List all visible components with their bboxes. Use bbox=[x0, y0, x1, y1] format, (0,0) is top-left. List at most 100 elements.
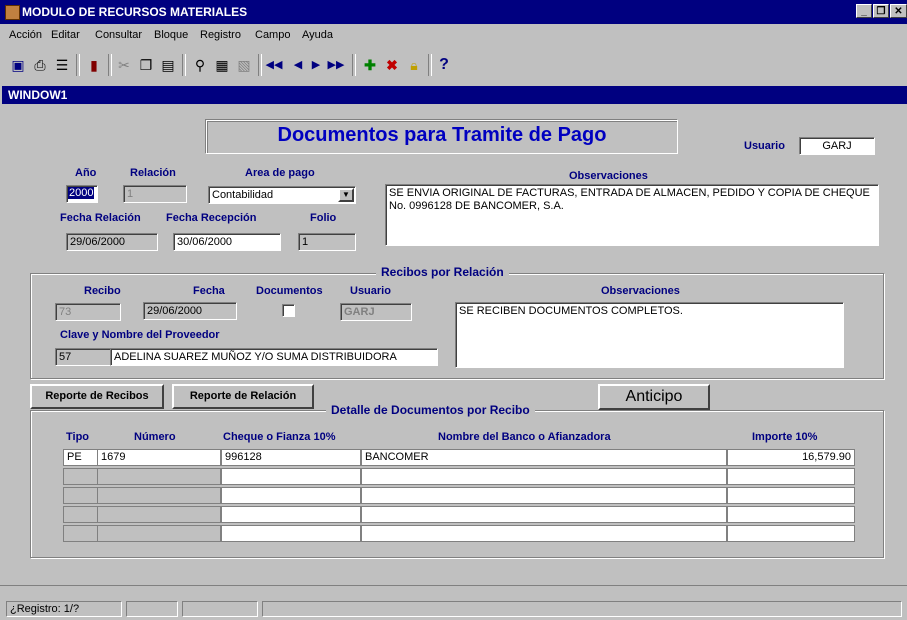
help-icon[interactable]: ? bbox=[434, 54, 454, 76]
proveedor-clave-field[interactable]: 57 bbox=[55, 348, 111, 366]
toolbar-separator bbox=[182, 54, 186, 76]
cell-banco[interactable] bbox=[361, 468, 727, 485]
save-icon[interactable]: ▣ bbox=[8, 54, 28, 76]
cell-cheque[interactable] bbox=[221, 525, 361, 542]
cell-numero[interactable] bbox=[97, 487, 221, 504]
fecha-label: Fecha bbox=[193, 285, 225, 297]
menu-accion[interactable]: Acción bbox=[9, 29, 42, 41]
cut-icon[interactable]: ✂ bbox=[114, 54, 134, 76]
folio-label: Folio bbox=[310, 212, 337, 224]
recibo-observaciones-field[interactable]: SE RECIBEN DOCUMENTOS COMPLETOS. bbox=[455, 302, 844, 368]
cell-tipo[interactable] bbox=[63, 468, 98, 485]
reporte-recibos-button[interactable]: Reporte de Recibos bbox=[30, 384, 164, 409]
title-bar: MODULO DE RECURSOS MATERIALES _ ❐ ✕ bbox=[0, 0, 907, 24]
cell-importe[interactable] bbox=[727, 525, 855, 542]
recibos-group-title: Recibos por Relación bbox=[376, 265, 509, 279]
cell-importe[interactable] bbox=[727, 487, 855, 504]
recibo-fecha-field[interactable]: 29/06/2000 bbox=[143, 302, 237, 320]
close-button[interactable]: ✕ bbox=[890, 4, 907, 18]
cell-importe[interactable] bbox=[727, 506, 855, 523]
fecha-recepcion-label: Fecha Recepción bbox=[166, 212, 257, 224]
paste-icon[interactable]: ▤ bbox=[158, 54, 178, 76]
inner-window-title-bar: WINDOW1 bbox=[2, 86, 907, 104]
status-registro: ¿Registro: 1/? bbox=[6, 601, 122, 617]
area-select[interactable]: Contabilidad bbox=[208, 186, 356, 204]
toolbar-separator bbox=[76, 54, 80, 76]
fecha-recepcion-field[interactable]: 30/06/2000 bbox=[173, 233, 281, 251]
menu-editar[interactable]: Editar bbox=[51, 29, 80, 41]
menu-ayuda[interactable]: Ayuda bbox=[302, 29, 333, 41]
anio-label: Año bbox=[75, 167, 97, 179]
anticipo-button[interactable]: Anticipo bbox=[598, 384, 710, 410]
execute-query-icon[interactable]: ▦ bbox=[212, 54, 232, 76]
cell-importe[interactable]: 16,579.90 bbox=[727, 449, 855, 466]
recibo-usuario-field[interactable]: GARJ bbox=[340, 303, 412, 321]
menu-consultar[interactable]: Consultar bbox=[95, 29, 142, 41]
cell-tipo[interactable] bbox=[63, 506, 98, 523]
previous-record-icon[interactable]: ◀ bbox=[288, 54, 308, 76]
first-record-icon[interactable]: ◀◀ bbox=[264, 54, 284, 76]
proveedor-nombre-field[interactable]: ADELINA SUAREZ MUÑOZ Y/O SUMA DISTRIBUID… bbox=[110, 348, 438, 366]
toolbar: ▣ ⎙ ☰ ▮ ✂ ❐ ▤ ⚲ ▦ ▧ ◀◀ ◀ ▶ ▶▶ ✚ ✖ 🔒︎ ? bbox=[0, 48, 907, 86]
column-banco: Nombre del Banco o Afianzadora bbox=[438, 431, 611, 443]
column-numero: Número bbox=[134, 431, 176, 443]
status-separator bbox=[0, 585, 907, 586]
minimize-button[interactable]: _ bbox=[856, 4, 872, 18]
cell-banco[interactable] bbox=[361, 506, 727, 523]
cell-banco[interactable] bbox=[361, 487, 727, 504]
cell-cheque[interactable] bbox=[221, 506, 361, 523]
cell-cheque[interactable] bbox=[221, 468, 361, 485]
cell-banco[interactable] bbox=[361, 525, 727, 542]
anio-value: 2000 bbox=[68, 187, 95, 199]
page-title: Documentos para Tramite de Pago bbox=[277, 124, 607, 146]
app-icon bbox=[5, 5, 20, 20]
toolbar-separator bbox=[352, 54, 356, 76]
cell-numero[interactable] bbox=[97, 525, 221, 542]
anio-field[interactable]: 2000 bbox=[66, 185, 98, 203]
recibo-label: Recibo bbox=[84, 285, 121, 297]
menu-campo[interactable]: Campo bbox=[255, 29, 290, 41]
recibo-usuario-label: Usuario bbox=[350, 285, 391, 297]
copy-icon[interactable]: ❐ bbox=[136, 54, 156, 76]
detalle-group-title: Detalle de Documentos por Recibo bbox=[326, 403, 535, 417]
cell-tipo[interactable] bbox=[63, 487, 98, 504]
exit-icon[interactable]: ▮ bbox=[84, 54, 104, 76]
menu-bloque[interactable]: Bloque bbox=[154, 29, 188, 41]
cell-numero[interactable] bbox=[97, 506, 221, 523]
cell-numero[interactable]: 1679 bbox=[97, 449, 221, 466]
cell-numero[interactable] bbox=[97, 468, 221, 485]
usuario-field[interactable]: GARJ bbox=[799, 137, 875, 155]
observaciones-field[interactable]: SE ENVIA ORIGINAL DE FACTURAS, ENTRADA D… bbox=[385, 184, 879, 246]
delete-record-icon[interactable]: ✖ bbox=[382, 54, 402, 76]
cancel-query-icon[interactable]: ▧ bbox=[234, 54, 254, 76]
relacion-field[interactable]: 1 bbox=[123, 185, 187, 203]
documentos-checkbox[interactable] bbox=[282, 304, 295, 317]
folio-field[interactable]: 1 bbox=[298, 233, 356, 251]
maximize-button[interactable]: ❐ bbox=[873, 4, 889, 18]
cell-banco[interactable]: BANCOMER bbox=[361, 449, 727, 466]
recibo-field[interactable]: 73 bbox=[55, 303, 121, 321]
cell-cheque[interactable] bbox=[221, 487, 361, 504]
window-title: MODULO DE RECURSOS MATERIALES bbox=[22, 5, 248, 19]
reporte-relacion-button[interactable]: Reporte de Relación bbox=[172, 384, 314, 409]
lock-record-icon[interactable]: 🔒︎ bbox=[404, 54, 424, 76]
query-icon[interactable]: ⚲ bbox=[190, 54, 210, 76]
column-tipo: Tipo bbox=[66, 431, 90, 443]
print-icon[interactable]: ⎙ bbox=[30, 54, 50, 76]
menu-bar: Acción Editar Consultar Bloque Registro … bbox=[0, 24, 907, 46]
last-record-icon[interactable]: ▶▶ bbox=[326, 54, 346, 76]
print-setup-icon[interactable]: ☰ bbox=[52, 54, 72, 76]
status-panel-3 bbox=[182, 601, 258, 617]
cell-tipo[interactable] bbox=[63, 525, 98, 542]
cell-cheque[interactable]: 996128 bbox=[221, 449, 361, 466]
inner-window-title: WINDOW1 bbox=[8, 88, 68, 102]
cell-tipo[interactable]: PE bbox=[63, 449, 98, 466]
chevron-down-icon[interactable]: ▼ bbox=[338, 188, 354, 202]
insert-record-icon[interactable]: ✚ bbox=[360, 54, 380, 76]
menu-registro[interactable]: Registro bbox=[200, 29, 241, 41]
cell-importe[interactable] bbox=[727, 468, 855, 485]
next-record-icon[interactable]: ▶ bbox=[306, 54, 326, 76]
toolbar-separator bbox=[108, 54, 112, 76]
fecha-relacion-field[interactable]: 29/06/2000 bbox=[66, 233, 158, 251]
status-bar: ¿Registro: 1/? bbox=[0, 598, 907, 620]
